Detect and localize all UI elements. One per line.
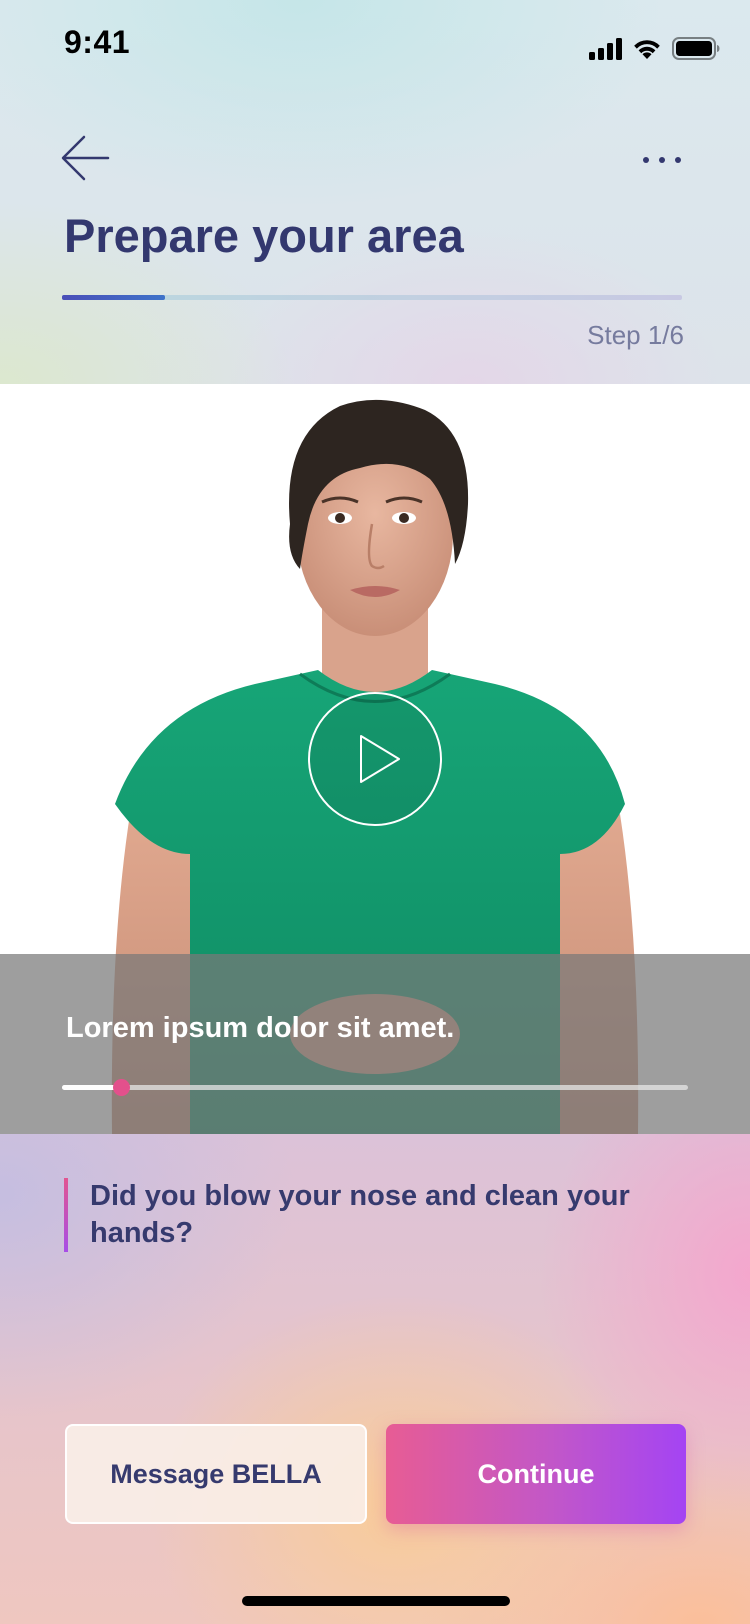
arrow-left-icon [61, 135, 110, 181]
home-indicator [242, 1596, 510, 1606]
page-title: Prepare your area [64, 209, 464, 262]
step-progress-bar [62, 295, 682, 300]
status-time: 9:41 [64, 24, 131, 60]
status-bar: 9:41 [0, 0, 750, 90]
more-horizontal-icon [643, 157, 681, 163]
play-icon [308, 692, 442, 826]
back-button[interactable] [58, 132, 118, 184]
more-options-button[interactable] [636, 140, 688, 180]
video-caption: Lorem ipsum dolor sit amet. [66, 1012, 455, 1044]
prepare-area-screen: 9:41 Prepare your area Step 1/6 Lorem ip… [0, 0, 750, 1624]
question-text: Did you blow your nose and clean your ha… [90, 1180, 630, 1249]
play-button[interactable] [307, 691, 443, 827]
question-block: Did you blow your nose and clean your ha… [64, 1178, 710, 1252]
step-indicator: Step 1/6 [587, 320, 684, 350]
caption-overlay: Lorem ipsum dolor sit amet. [0, 954, 750, 1134]
question-area: Did you blow your nose and clean your ha… [0, 1134, 750, 1624]
status-icons [589, 32, 720, 60]
step-progress-fill [62, 295, 166, 300]
video-player[interactable]: Lorem ipsum dolor sit amet. [0, 384, 750, 1134]
continue-button[interactable]: Continue [386, 1424, 686, 1524]
cellular-signal-icon [589, 38, 622, 60]
message-bella-button[interactable]: Message BELLA [65, 1424, 367, 1524]
header-area: 9:41 Prepare your area Step 1/6 [0, 0, 750, 384]
battery-full-icon [672, 37, 720, 60]
seek-handle[interactable] [113, 1079, 131, 1096]
wifi-icon [634, 40, 660, 59]
video-seek-bar[interactable] [62, 1079, 688, 1096]
